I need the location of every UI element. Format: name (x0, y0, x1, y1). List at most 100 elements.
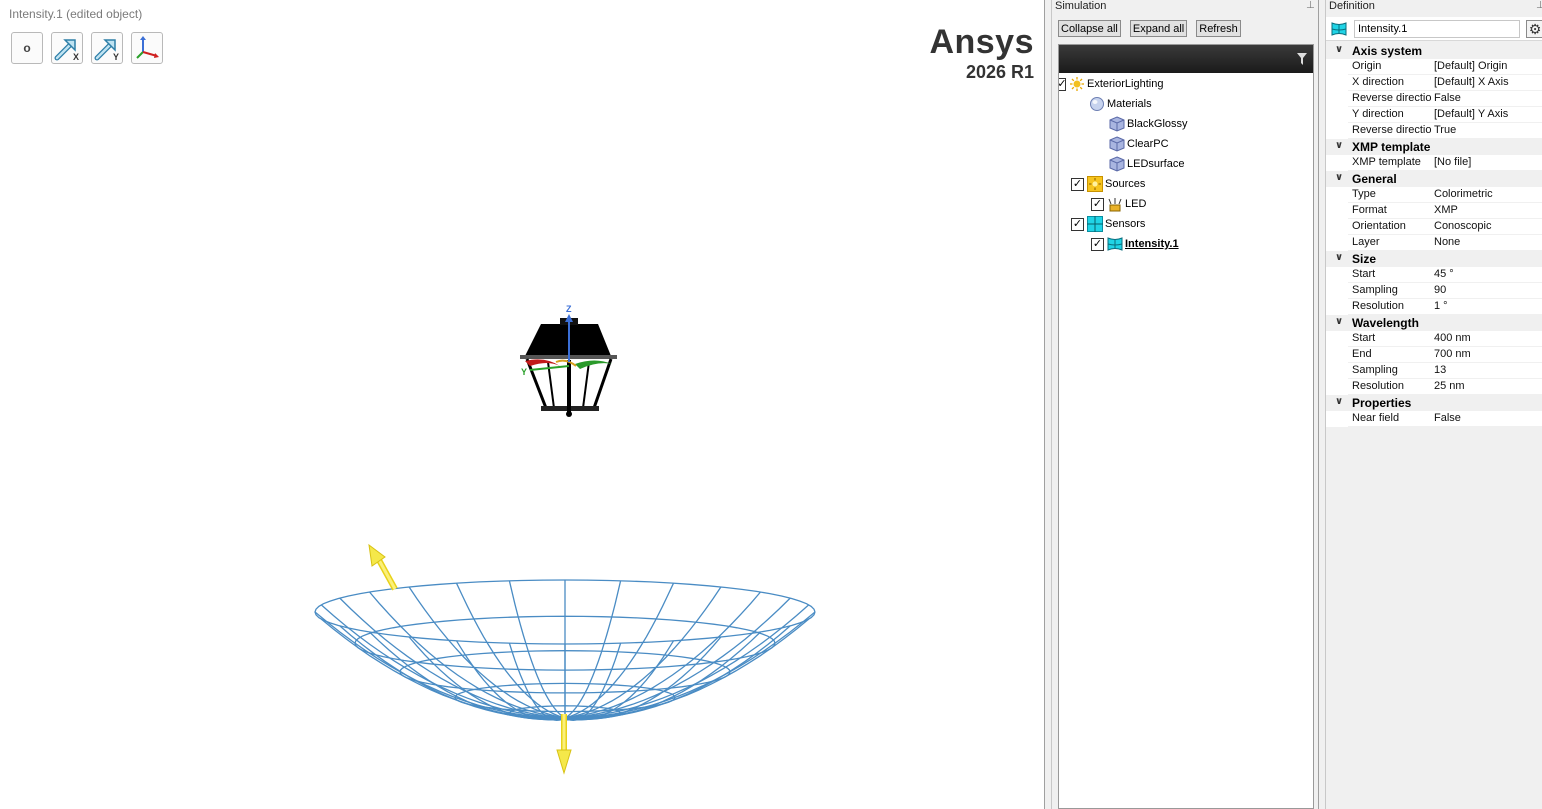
category-properties[interactable]: ∨ Properties (1326, 395, 1542, 411)
property-row[interactable]: Origin [Default] Origin (1326, 59, 1542, 75)
property-row[interactable]: Layer None (1326, 235, 1542, 251)
property-row[interactable]: Format XMP (1326, 203, 1542, 219)
tree-checkbox[interactable]: ✓ (1071, 177, 1084, 191)
filter-icon[interactable] (1297, 53, 1307, 65)
chevron-down-icon[interactable]: ∨ (1335, 172, 1343, 183)
3d-viewport[interactable]: Intensity.1 (edited object) o X Y Ansys … (0, 0, 1044, 809)
property-name: Y direction (1352, 108, 1404, 120)
category-axis-system[interactable]: ∨ Axis system (1326, 43, 1542, 59)
property-row[interactable]: Sampling 13 (1326, 363, 1542, 379)
property-value[interactable]: 700 nm (1434, 348, 1471, 360)
intensity-sensor-mesh[interactable] (314, 579, 816, 721)
gear-icon[interactable]: ⚙ (1526, 20, 1542, 38)
property-value[interactable]: [Default] Y Axis (1434, 108, 1508, 120)
tree-item-label: Sensors (1105, 218, 1146, 230)
tree-checkbox[interactable]: ✓ (1091, 237, 1104, 251)
refresh-button[interactable]: Refresh (1196, 20, 1241, 37)
chevron-down-icon[interactable]: ∨ (1335, 44, 1343, 55)
property-row[interactable]: XMP template [No file] (1326, 155, 1542, 171)
property-row[interactable]: Resolution 25 nm (1326, 379, 1542, 395)
property-value[interactable]: False (1434, 412, 1461, 424)
sensors-icon (1087, 216, 1103, 232)
property-value[interactable]: 13 (1434, 364, 1446, 376)
simulation-panel-title: Simulation (1055, 0, 1107, 12)
property-value[interactable]: 90 (1434, 284, 1446, 296)
definition-namebar: Intensity.1 ⚙ (1326, 17, 1542, 41)
tree-checkbox[interactable]: ✓ (1057, 77, 1067, 91)
pin-icon[interactable]: ⊥ (1306, 0, 1315, 11)
splitter-right[interactable] (1318, 0, 1326, 809)
property-row[interactable]: Sampling 90 (1326, 283, 1542, 299)
tree-item-materials[interactable]: Materials (1089, 95, 1152, 113)
tree-item-sensors[interactable]: ✓ Sensors (1071, 215, 1145, 233)
mesh-meridian (564, 625, 791, 720)
mesh-meridian (508, 580, 566, 719)
category-label: General (1352, 172, 1397, 186)
property-value[interactable]: True (1434, 124, 1456, 136)
tree-item-label: LED (1125, 198, 1147, 210)
tree-item-label: LEDsurface (1127, 158, 1185, 170)
property-value[interactable]: 25 nm (1434, 380, 1465, 392)
tree-item-sources[interactable]: ✓ Sources (1071, 175, 1145, 193)
object-name-field[interactable]: Intensity.1 (1354, 20, 1520, 38)
material-cube-icon (1109, 116, 1125, 132)
chevron-down-icon[interactable]: ∨ (1335, 396, 1343, 407)
property-row[interactable]: Reverse direction False (1326, 91, 1542, 107)
property-value[interactable]: 400 nm (1434, 332, 1471, 344)
property-value[interactable]: XMP (1434, 204, 1458, 216)
category-xmp-template[interactable]: ∨ XMP template (1326, 139, 1542, 155)
property-row[interactable]: Resolution 1 ° (1326, 299, 1542, 315)
material-cube-icon (1109, 136, 1125, 152)
material-sphere-icon (1090, 97, 1104, 111)
property-name: Reverse direction (1352, 124, 1432, 136)
tree-item-clearpc[interactable]: ClearPC (1109, 135, 1169, 153)
property-name: Sampling (1352, 364, 1398, 376)
tree-item-intensity-1[interactable]: ✓ Intensity.1 (1091, 235, 1179, 253)
category-general[interactable]: ∨ General (1326, 171, 1542, 187)
chevron-down-icon[interactable]: ∨ (1335, 140, 1343, 151)
property-value[interactable]: Colorimetric (1434, 188, 1493, 200)
property-row[interactable]: Type Colorimetric (1326, 187, 1542, 203)
x-direction-arrow[interactable] (368, 543, 398, 591)
sun-icon (1070, 77, 1084, 91)
category-size[interactable]: ∨ Size (1326, 251, 1542, 267)
property-row[interactable]: X direction [Default] X Axis (1326, 75, 1542, 91)
property-value[interactable]: 1 ° (1434, 300, 1448, 312)
property-row[interactable]: Y direction [Default] Y Axis (1326, 107, 1542, 123)
property-value[interactable]: False (1434, 92, 1461, 104)
mesh-meridian (564, 580, 622, 719)
tree-item-label: Sources (1105, 178, 1146, 190)
chevron-down-icon[interactable]: ∨ (1335, 252, 1343, 263)
property-value[interactable]: [Default] Origin (1434, 60, 1507, 72)
tree-item-ledsurface[interactable]: LEDsurface (1109, 155, 1184, 173)
category-wavelength[interactable]: ∨ Wavelength (1326, 315, 1542, 331)
category-label: XMP template (1352, 140, 1431, 154)
property-row[interactable]: Start 400 nm (1326, 331, 1542, 347)
intensity-sensor-icon (1331, 22, 1347, 36)
tree-item-led[interactable]: ✓ LED (1091, 195, 1146, 213)
property-value[interactable]: None (1434, 236, 1460, 248)
property-value[interactable]: [No file] (1434, 156, 1471, 168)
normal-direction-arrow[interactable] (556, 714, 572, 775)
pin-icon[interactable]: ⊥ (1536, 0, 1542, 11)
chevron-down-icon[interactable]: ∨ (1335, 316, 1343, 327)
property-row[interactable]: Start 45 ° (1326, 267, 1542, 283)
property-value[interactable]: Conoscopic (1434, 220, 1491, 232)
property-name: Orientation (1352, 220, 1406, 232)
tree-item-exteriorlighting[interactable]: ✓ ExteriorLighting (1057, 75, 1163, 93)
tree-checkbox[interactable]: ✓ (1071, 217, 1084, 231)
collapse-all-button[interactable]: Collapse all (1058, 20, 1121, 37)
tree-checkbox[interactable]: ✓ (1091, 197, 1104, 211)
property-value[interactable]: 45 ° (1434, 268, 1454, 280)
property-row[interactable]: Reverse direction True (1326, 123, 1542, 139)
property-value[interactable]: [Default] X Axis (1434, 76, 1509, 88)
tree-item-blackglossy[interactable]: BlackGlossy (1109, 115, 1188, 133)
axis-y-label: Y (521, 367, 527, 377)
splitter-left[interactable] (1044, 0, 1052, 809)
property-row[interactable]: Orientation Conoscopic (1326, 219, 1542, 235)
property-row[interactable]: Near field False (1326, 411, 1542, 427)
simulation-toolbar: Collapse all Expand all Refresh (1058, 20, 1241, 37)
tree-item-label: ClearPC (1127, 138, 1169, 150)
expand-all-button[interactable]: Expand all (1129, 20, 1188, 37)
property-row[interactable]: End 700 nm (1326, 347, 1542, 363)
